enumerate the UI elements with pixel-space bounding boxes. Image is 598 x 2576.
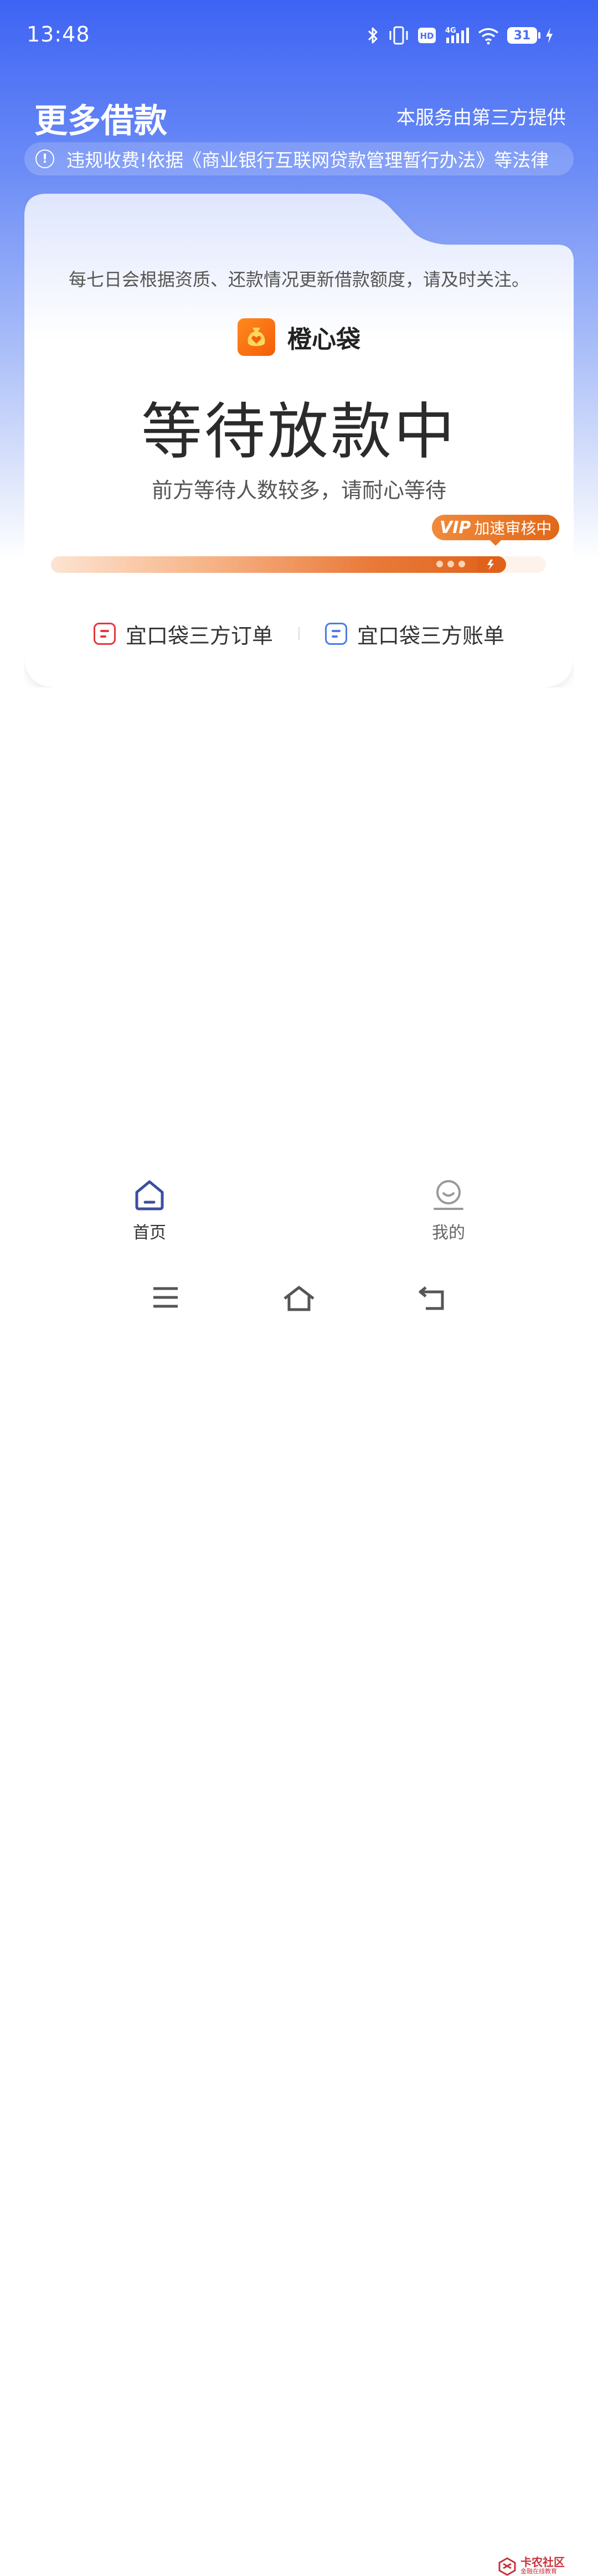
status-time: 13:48 (27, 22, 90, 46)
rocket-icon (477, 556, 504, 573)
third-party-order-link[interactable]: 宜口袋三方订单 (93, 619, 273, 649)
menu-icon[interactable] (152, 1285, 179, 1310)
svg-text:HD: HD (420, 31, 434, 41)
nav-home-label: 首页 (133, 1223, 166, 1243)
info-icon: ! (35, 149, 54, 168)
notice-bar[interactable]: ! 违规收费!依据《商业银行互联网贷款管理暂行办法》等法律 (24, 142, 574, 175)
bottom-navigation: 首页 我的 (0, 1173, 598, 1256)
charging-icon (546, 28, 553, 43)
lender-brand: 橙心袋 (24, 318, 574, 356)
system-icons: HD 4G 31 (367, 24, 554, 46)
page-title: 更多借款 (34, 102, 167, 141)
order-doc-icon (93, 623, 116, 645)
watermark: 卡农社区 金融在线教育 (497, 2556, 565, 2576)
wifi-icon (478, 28, 499, 45)
loan-status-title: 等待放款中 (141, 396, 457, 467)
provider-note: 本服务由第三方提供 (396, 107, 566, 129)
watermark-title: 卡农社区 (520, 2556, 565, 2569)
vip-review-badge: VIP 加速审核中 (432, 515, 560, 546)
vip-text: 加速审核中 (474, 519, 552, 537)
order-links: 宜口袋三方订单 宜口袋三方账单 (24, 614, 574, 653)
lender-name: 橙心袋 (287, 325, 360, 354)
third-party-order-label: 宜口袋三方订单 (125, 623, 273, 648)
watermark-subtitle: 金融在线教育 (520, 2568, 557, 2575)
third-party-bill-link[interactable]: 宜口袋三方账单 (325, 619, 504, 649)
link-divider (298, 627, 300, 640)
nav-mine-label: 我的 (432, 1223, 465, 1243)
nav-home[interactable]: 首页 (94, 1179, 205, 1243)
progress-trail-dots (436, 561, 465, 567)
back-icon[interactable] (418, 1285, 446, 1311)
hd-icon: HD (418, 28, 436, 43)
battery-icon: 31 (507, 27, 540, 44)
notice-text: 违规收费!依据《商业银行互联网贷款管理暂行办法》等法律 (66, 149, 549, 171)
bill-doc-icon (325, 623, 347, 645)
vip-label: VIP (440, 518, 471, 537)
loan-status-card: 每七日会根据资质、还款情况更新借款额度，请及时关注。 橙心袋 等待放款中 前方等… (24, 194, 574, 687)
vibrate-icon (389, 26, 408, 45)
status-bar: 13:48 HD 4G 31 (0, 0, 598, 66)
signal-icon: 4G (445, 27, 469, 43)
loan-status-subtitle: 前方等待人数较多，请耐心等待 (151, 478, 446, 503)
progress-bar (51, 556, 546, 573)
credit-update-note: 每七日会根据资质、还款情况更新借款额度，请及时关注。 (68, 269, 529, 290)
third-party-bill-label: 宜口袋三方账单 (357, 623, 505, 648)
system-home-icon[interactable] (282, 1285, 316, 1312)
watermark-logo-icon (498, 2557, 516, 2576)
system-navigation-bar: 卡农社区 金融在线教育 (0, 1273, 598, 2576)
profile-icon (434, 1180, 463, 1210)
bluetooth-icon (368, 27, 378, 44)
svg-text:4G: 4G (445, 27, 456, 35)
home-icon (135, 1180, 164, 1211)
money-bag-icon (238, 318, 275, 356)
nav-mine[interactable]: 我的 (393, 1179, 504, 1243)
